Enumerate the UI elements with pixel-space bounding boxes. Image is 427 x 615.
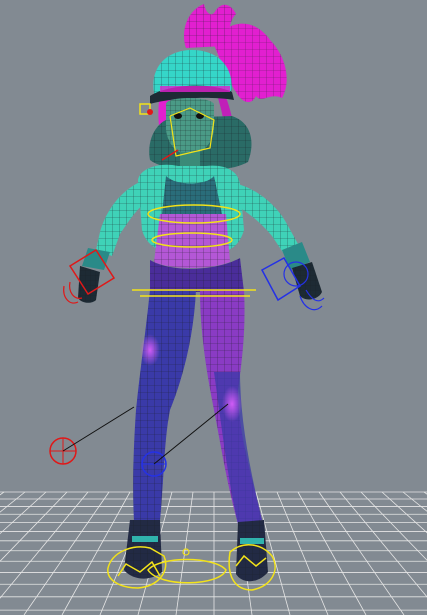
shoe-left-strap	[132, 536, 158, 542]
cap-band	[160, 86, 230, 92]
maya-3d-viewport[interactable]	[0, 0, 427, 615]
head-fk-red-marker[interactable]	[147, 109, 153, 115]
viewport-scene[interactable]	[0, 0, 427, 615]
shoe-right-strap	[240, 538, 264, 544]
leg-right-glow	[222, 386, 242, 422]
leg-left-glow	[140, 334, 160, 366]
